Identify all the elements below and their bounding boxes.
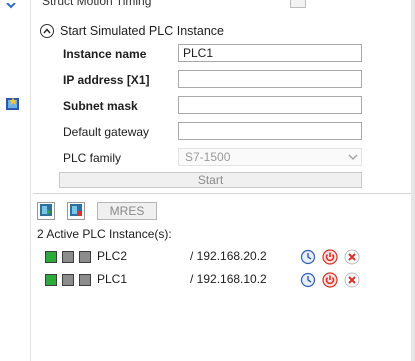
app-logo-icon[interactable] [5, 0, 19, 9]
struct-motion-timing-checkbox[interactable] [290, 0, 306, 8]
active-instances-count: 2 Active PLC Instance(s): [37, 227, 172, 241]
ip-address-input[interactable] [178, 70, 362, 88]
section-header: Start Simulated PLC Instance [40, 22, 224, 40]
subnet-mask-input[interactable] [178, 96, 362, 114]
start-instance-button[interactable] [37, 202, 55, 220]
stop-instance-button[interactable] [67, 202, 85, 220]
section-title: Start Simulated PLC Instance [60, 24, 224, 38]
settings-icon[interactable] [300, 249, 316, 265]
settings-icon[interactable] [300, 272, 316, 288]
power-icon[interactable] [322, 249, 338, 265]
power-icon[interactable] [322, 272, 338, 288]
start-button[interactable]: Start [59, 172, 362, 188]
plc-family-value: S7-1500 [185, 150, 231, 164]
instance-name-input[interactable]: PLC1 [178, 44, 362, 62]
instance-name: PLC2 [97, 249, 128, 263]
stop-led [62, 274, 74, 286]
stop-led [62, 251, 74, 263]
instance-name-label: Instance name [63, 47, 147, 61]
left-side-panel [0, 0, 31, 361]
stop-instance-icon [69, 203, 83, 220]
collapse-up-icon[interactable] [40, 24, 54, 38]
default-gateway-label: Default gateway [63, 125, 150, 139]
error-led [79, 251, 91, 263]
run-led [45, 251, 57, 263]
chevron-down-icon [345, 154, 361, 160]
simulation-icon[interactable] [5, 96, 21, 112]
plc-family-select[interactable]: S7-1500 [178, 148, 362, 166]
instance-name: PLC1 [97, 272, 128, 286]
divider [33, 193, 411, 194]
default-gateway-input[interactable] [178, 122, 362, 140]
struct-motion-timing-label: Struct Motion Timing [42, 0, 152, 8]
ip-address-label: IP address [X1] [63, 73, 150, 87]
start-instance-icon [39, 203, 53, 220]
run-led [45, 274, 57, 286]
delete-icon[interactable] [344, 249, 360, 265]
plc-family-label: PLC family [63, 151, 122, 165]
delete-icon[interactable] [344, 272, 360, 288]
instance-row[interactable]: PLC2 / 192.168.20.2 [45, 249, 375, 265]
instance-row[interactable]: PLC1 / 192.168.10.2 [45, 272, 375, 288]
subnet-mask-label: Subnet mask [63, 99, 138, 113]
mres-button[interactable]: MRES [97, 202, 157, 220]
instance-ip: / 192.168.20.2 [190, 249, 267, 263]
instance-ip: / 192.168.10.2 [190, 272, 267, 286]
error-led [79, 274, 91, 286]
right-scroll-edge [411, 0, 415, 361]
